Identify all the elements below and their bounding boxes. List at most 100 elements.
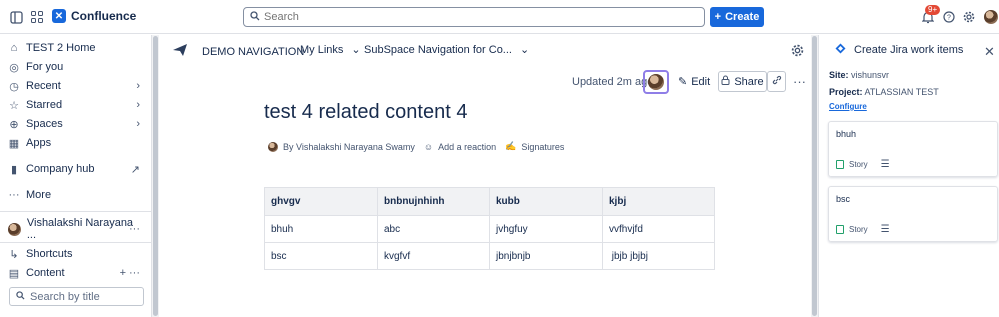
copy-link-button[interactable]	[767, 71, 786, 92]
chevron-down-icon: ⌄	[351, 44, 361, 56]
clock-icon: ◷	[9, 80, 19, 93]
jira-icon	[835, 43, 846, 57]
table-header-cell: bnbnujnhinh	[377, 187, 490, 216]
byline-author[interactable]: By Vishalakshi Narayana Swamy	[283, 142, 415, 152]
sidebar-item-apps[interactable]: ▦ Apps	[8, 134, 144, 152]
space-nav-demo-label: DEMO NAVIGATION	[202, 45, 305, 58]
space-nav-my-links[interactable]: My Links ⌄	[300, 43, 361, 57]
space-nav-subspace[interactable]: SubSpace Navigation for Co... ⌄	[364, 43, 529, 57]
home-icon: ⌂	[10, 42, 18, 54]
last-updated-text[interactable]: Updated 2m ago	[572, 76, 653, 88]
create-button[interactable]: + Create	[710, 7, 764, 27]
chevron-right-icon[interactable]: ›	[136, 118, 140, 130]
sidebar-toggle-icon[interactable]	[8, 9, 24, 25]
search-icon	[16, 290, 25, 303]
sidebar-item-more[interactable]: ··· More	[8, 186, 144, 204]
user-circle-icon: ◎	[9, 61, 19, 74]
lock-icon	[721, 75, 730, 88]
more-dots-icon: ···	[793, 74, 806, 89]
close-icon[interactable]: ✕	[984, 44, 995, 60]
confluence-logo-icon: ✕	[52, 9, 66, 23]
link-icon	[772, 75, 782, 88]
work-item-type-label: Story	[849, 160, 868, 169]
share-button[interactable]: Share	[718, 71, 767, 92]
story-icon	[836, 160, 844, 169]
search-input[interactable]	[264, 11, 684, 23]
jira-panel-header: Create Jira work items	[835, 43, 963, 57]
profile-avatar[interactable]	[984, 10, 998, 24]
sidebar-item-label: Content	[26, 267, 65, 279]
chevron-right-icon[interactable]: ›	[136, 99, 140, 111]
configure-link[interactable]: Configure	[829, 102, 867, 111]
global-search[interactable]	[243, 7, 705, 27]
apps-grid-icon: ▦	[8, 137, 20, 150]
add-content-icon[interactable]: +	[120, 267, 126, 279]
share-label: Share	[734, 75, 764, 88]
signature-icon: ✍	[505, 141, 517, 151]
sidebar-search-placeholder: Search by title	[30, 290, 100, 303]
star-icon: ☆	[9, 99, 19, 112]
page-title: test 4 related content 4	[264, 101, 468, 123]
space-nav-my-links-label: My Links	[300, 43, 344, 56]
sidebar-divider	[0, 242, 152, 243]
site-label: Site:	[829, 70, 849, 80]
sidebar-item-label: Apps	[26, 137, 52, 149]
main-scrollbar-thumb[interactable]	[812, 36, 817, 316]
table-header-cell: ghvgv	[264, 187, 378, 216]
chevron-right-icon[interactable]: ›	[136, 80, 140, 92]
space-nav-demo[interactable]: DEMO NAVIGATION	[172, 43, 304, 60]
sidebar-item-content[interactable]: ▤ Content + ···	[8, 264, 144, 282]
project-value: ATLASSIAN TEST	[864, 87, 939, 97]
table-header-row: ghvgv bnbnujnhinh kubb kjbj	[264, 187, 715, 216]
notification-count-badge: 9+	[925, 5, 941, 15]
settings-gear-icon[interactable]	[961, 9, 977, 25]
signatures-link[interactable]: Signatures	[521, 142, 564, 152]
work-item-card[interactable]: bhuh Story ☰	[828, 121, 998, 177]
sidebar-item-label: More	[26, 189, 52, 201]
sidebar-item-shortcuts[interactable]: ↳ Shortcuts	[8, 245, 144, 263]
more-options-icon[interactable]: ···	[129, 267, 140, 279]
sidebar-search-field[interactable]: Search by title	[9, 287, 144, 306]
space-settings-gear-icon[interactable]	[789, 42, 805, 58]
help-icon[interactable]: ?	[941, 9, 957, 25]
more-actions-button[interactable]: ···	[793, 71, 806, 92]
sidebar-item-starred[interactable]: ☆ Starred ›	[8, 96, 144, 114]
more-options-icon[interactable]: ···	[129, 223, 140, 235]
table-cell: jvhgfuy	[489, 215, 603, 243]
user-space-name: Vishalakshi Narayana ...	[26, 217, 134, 241]
edit-button[interactable]: ✎ Edit	[678, 71, 710, 92]
work-item-type: Story ☰	[836, 224, 890, 235]
top-navigation-bar: ✕ Confluence + Create 9+ ?	[0, 0, 999, 34]
create-label: Create	[725, 11, 760, 23]
sidebar-item-label: Company hub	[26, 163, 95, 175]
sidebar-item-for-you[interactable]: ◎ For you	[8, 58, 144, 76]
sidebar-scrollbar-thumb[interactable]	[153, 36, 158, 316]
add-reaction-link[interactable]: Add a reaction	[438, 142, 496, 152]
app-switcher-icon[interactable]	[29, 9, 45, 25]
contributor-avatar	[648, 74, 664, 90]
project-label: Project:	[829, 87, 863, 97]
table-cell: vvfhvjfd	[602, 215, 715, 243]
contributor-avatar-highlighted[interactable]	[643, 70, 669, 94]
sidebar-divider	[0, 211, 152, 212]
table-cell: bhuh	[264, 215, 378, 243]
sidebar-item-label: For you	[26, 61, 64, 73]
work-item-card[interactable]: bsc Story ☰	[828, 186, 998, 242]
sidebar-item-company-hub[interactable]: ▮ Company hub ↗	[8, 160, 144, 178]
link-icon: ↳	[9, 248, 19, 261]
sidebar-item-label: Shortcuts	[26, 248, 73, 260]
confluence-logo[interactable]: ✕ Confluence	[52, 9, 136, 23]
sidebar-item-spaces[interactable]: ⊕ Spaces ›	[8, 115, 144, 133]
page-byline: By Vishalakshi Narayana Swamy ☺ Add a re…	[268, 141, 564, 152]
jira-site: Site: vishunsvr	[829, 70, 889, 80]
emoji-reaction-icon[interactable]: ☺	[424, 142, 433, 152]
sidebar-item-recent[interactable]: ◷ Recent ›	[8, 77, 144, 95]
description-lines-icon: ☰	[880, 159, 890, 170]
description-lines-icon: ☰	[880, 224, 890, 235]
work-item-title: bsc	[836, 194, 851, 204]
sidebar-user-space[interactable]: Vishalakshi Narayana ... ···	[8, 217, 144, 241]
table-header-cell: kubb	[489, 187, 603, 216]
page-tree-icon: ▤	[8, 267, 20, 280]
sidebar-item-label: Starred	[26, 99, 63, 111]
sidebar-item-space-home[interactable]: ⌂ TEST 2 Home	[8, 39, 144, 57]
